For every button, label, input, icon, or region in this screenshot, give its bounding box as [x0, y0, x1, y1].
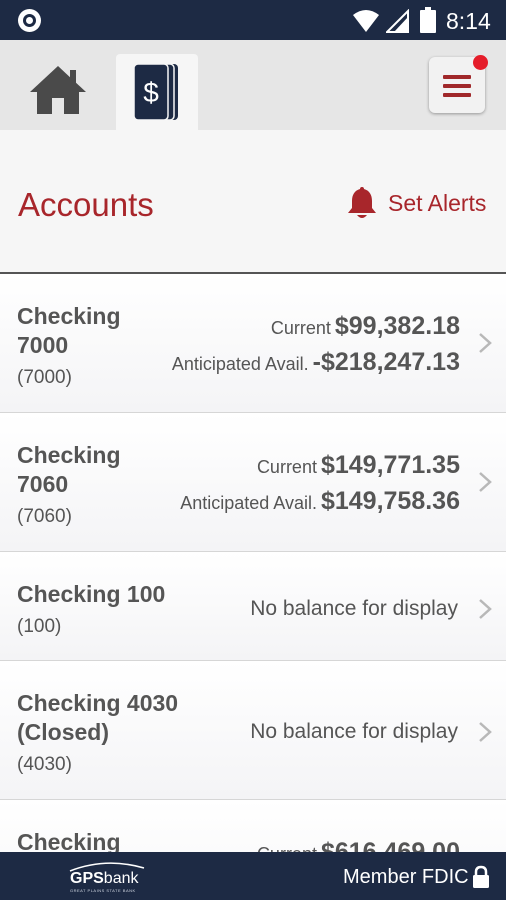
- logo-text: GPSbank: [70, 870, 139, 888]
- account-row-checking-4030[interactable]: Checking 4030 (Closed) (4030) No balance…: [0, 661, 506, 800]
- account-name: Checking: [17, 303, 121, 329]
- current-value: $99,382.18: [334, 312, 460, 340]
- accounts-header: Accounts Set Alerts: [0, 130, 506, 274]
- dollar-cards-icon: $: [133, 63, 178, 121]
- chevron-right-icon: [479, 333, 492, 353]
- home-tab[interactable]: [26, 62, 90, 118]
- notification-dot: [473, 55, 488, 70]
- anticipated-value: -$218,247.13: [312, 348, 460, 376]
- account-row-checking-100[interactable]: Checking 100 (100) No balance for displa…: [0, 552, 506, 661]
- account-number: (100): [17, 616, 62, 637]
- no-balance-text: No balance for display: [250, 597, 458, 620]
- account-name-line2: (Closed): [17, 719, 109, 745]
- status-indicator-icon: [18, 9, 41, 32]
- gpsbank-logo: GPSbank GREAT PLAINS STATE BANK: [66, 860, 148, 894]
- signal-icon: [386, 9, 409, 33]
- chevron-right-icon: [479, 722, 492, 742]
- member-fdic-text: Member FDIC: [343, 866, 469, 888]
- account-name-line2: 7000: [17, 332, 69, 358]
- current-balance: Current $99,382.18: [271, 312, 460, 341]
- anticipated-label: Anticipated Avail.: [180, 493, 317, 513]
- battery-icon: [420, 7, 436, 33]
- wifi-icon: [353, 10, 379, 32]
- chevron-right-icon: [479, 472, 492, 492]
- account-number: (7000): [17, 367, 72, 388]
- current-value: $616,469.00: [320, 838, 460, 852]
- set-alerts-button[interactable]: Set Alerts: [346, 186, 486, 220]
- account-row-checking-7060[interactable]: Checking 7060 (7060) Current $149,771.35…: [0, 413, 506, 552]
- current-label: Current: [256, 457, 317, 477]
- lock-icon: [473, 865, 489, 888]
- no-balance-text: No balance for display: [250, 720, 458, 743]
- account-list: Checking 7000 (7000) Current $99,382.18 …: [0, 274, 506, 852]
- account-name: Checking 4030: [17, 690, 179, 716]
- status-bar: 8:14: [0, 0, 506, 40]
- svg-text:$: $: [143, 77, 159, 108]
- account-row-checking-partial[interactable]: Checking Current $616,469.00: [0, 800, 506, 852]
- current-value: $149,771.35: [320, 451, 460, 479]
- bell-icon: [348, 187, 376, 218]
- menu-button[interactable]: [429, 55, 488, 113]
- hamburger-menu-icon: [443, 75, 471, 97]
- set-alerts-label: Set Alerts: [388, 189, 487, 216]
- home-icon: [30, 66, 86, 114]
- anticipated-value: $149,758.36: [320, 487, 460, 515]
- logo-text-bank: bank: [103, 870, 139, 887]
- logo-text-gps: GPS: [70, 870, 104, 887]
- footer: GPSbank GREAT PLAINS STATE BANK Member F…: [0, 852, 506, 900]
- anticipated-balance: Anticipated Avail. -$218,247.13: [172, 348, 460, 377]
- account-number: (4030): [17, 754, 72, 775]
- status-time: 8:14: [446, 8, 491, 34]
- account-name: Checking: [17, 829, 121, 852]
- logo-subtitle: GREAT PLAINS STATE BANK: [70, 888, 136, 893]
- chevron-right-icon: [479, 599, 492, 619]
- page-title: Accounts: [18, 186, 154, 223]
- current-label: Current: [270, 318, 331, 338]
- account-name: Checking: [17, 442, 121, 468]
- current-balance: Current $616,469.00: [257, 838, 460, 852]
- current-label: Current: [257, 844, 317, 852]
- account-name-line2: 7060: [17, 471, 69, 497]
- account-number: (7060): [17, 506, 72, 527]
- top-nav: $: [0, 40, 506, 130]
- account-name: Checking 100: [17, 581, 166, 607]
- anticipated-label: Anticipated Avail.: [171, 354, 309, 374]
- accounts-tab[interactable]: $: [116, 54, 198, 130]
- current-balance: Current $149,771.35: [257, 451, 460, 480]
- account-row-checking-7000[interactable]: Checking 7000 (7000) Current $99,382.18 …: [0, 274, 506, 413]
- anticipated-balance: Anticipated Avail. $149,758.36: [180, 487, 460, 516]
- app: 8:14 $ Accounts Set Alerts Checking 7000…: [0, 0, 506, 900]
